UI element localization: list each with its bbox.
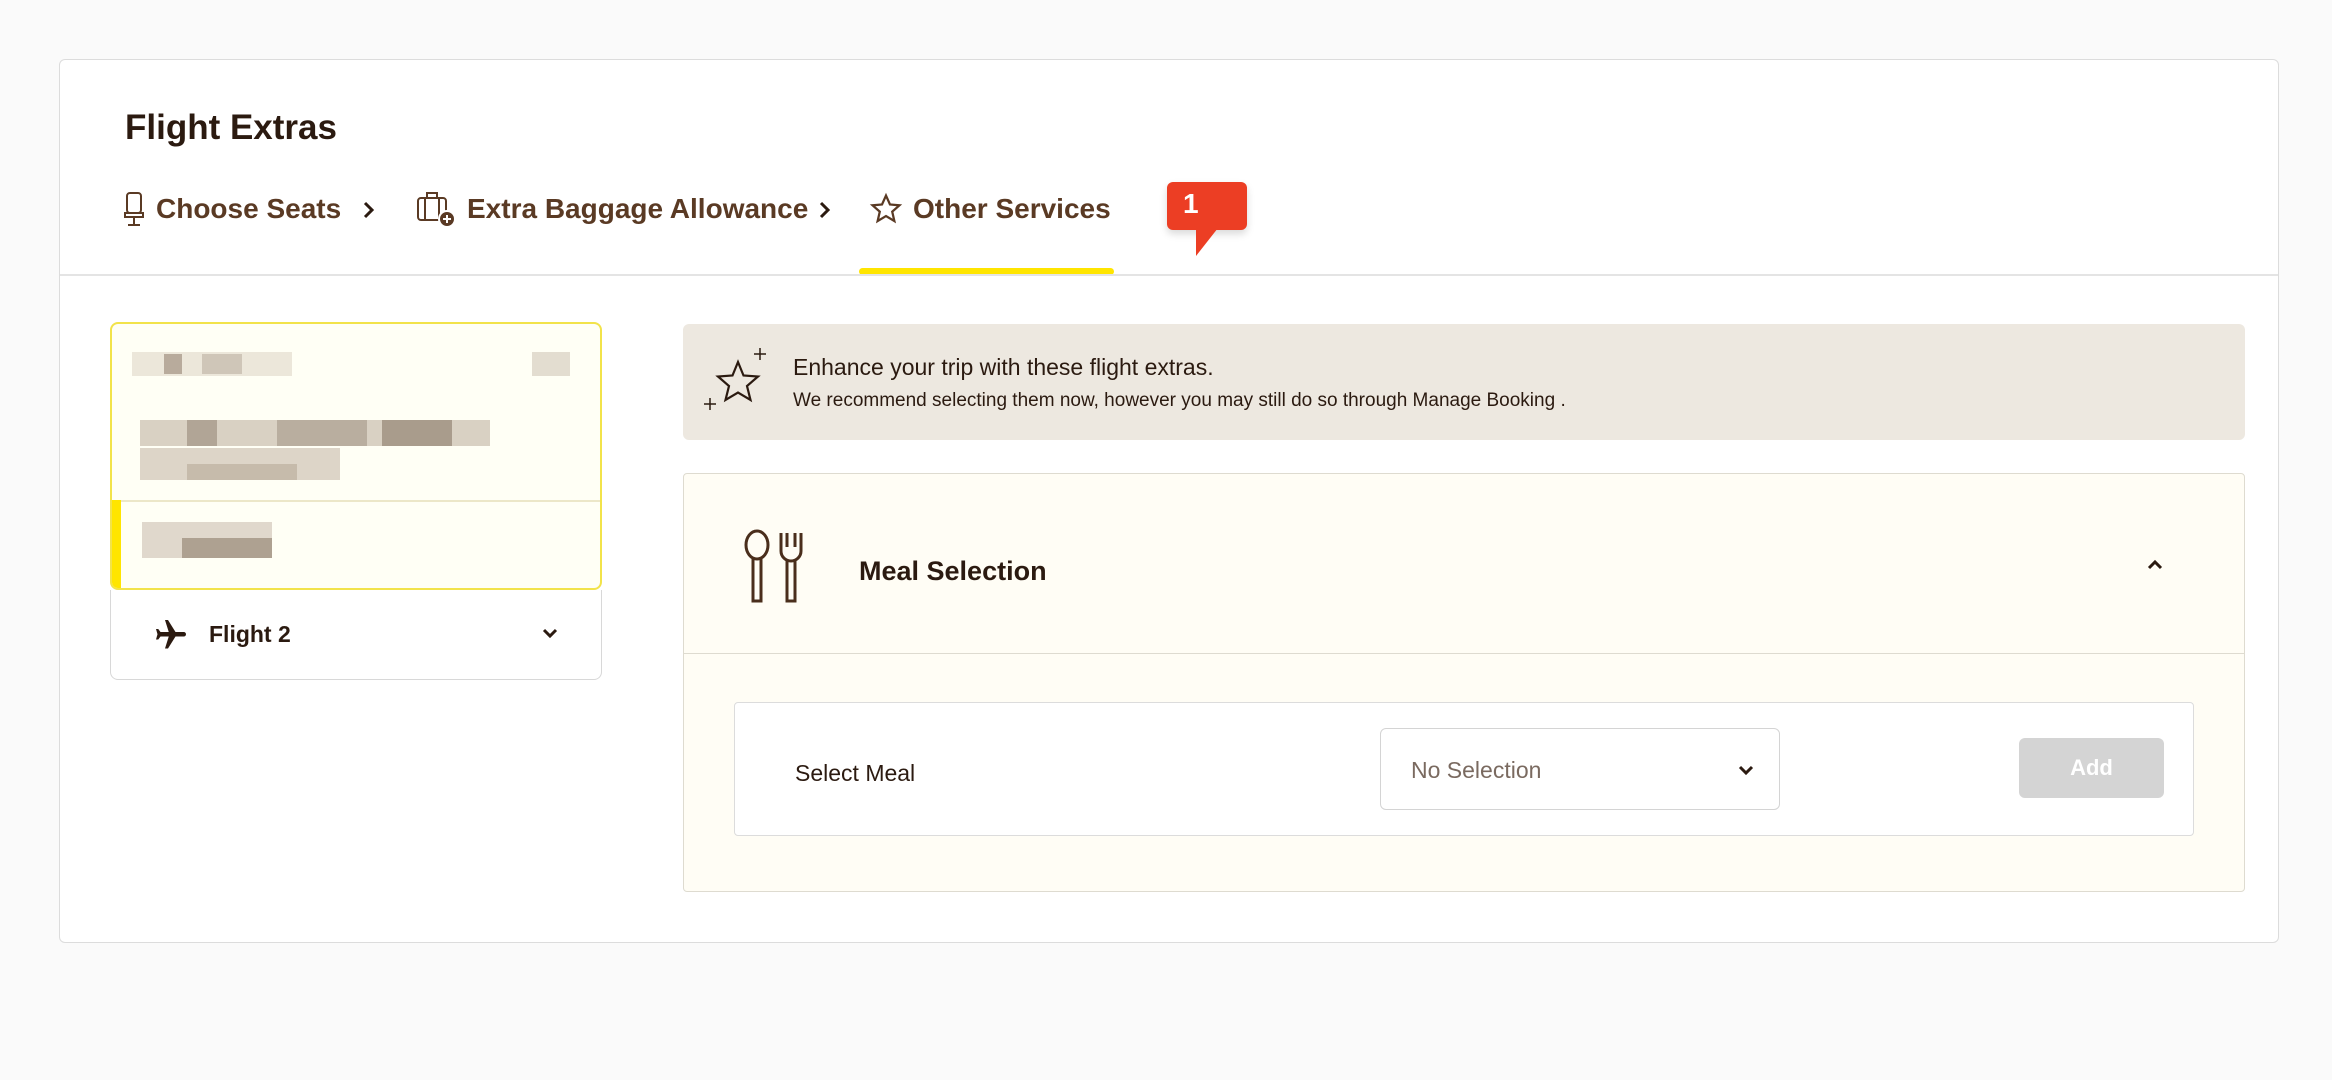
tab-label: Extra Baggage Allowance: [467, 193, 809, 224]
redacted-block: [202, 354, 242, 374]
redacted-block: [164, 354, 182, 374]
sparkle-star-icon: [698, 342, 778, 427]
selected-flight-accent: [112, 500, 121, 588]
tab-label: Choose Seats: [156, 193, 342, 224]
chevron-right-icon: [818, 196, 832, 228]
chevron-right-icon: [362, 196, 376, 228]
meal-selection-header[interactable]: Meal Selection: [684, 474, 2244, 654]
redacted-block: [532, 352, 570, 376]
chevron-down-icon[interactable]: [539, 622, 561, 649]
redacted-block: [382, 420, 452, 446]
select-meal-row: Select Meal No Selection Add: [734, 702, 2194, 836]
chevron-down-icon: [1735, 759, 1757, 786]
flight-2-item[interactable]: Flight 2: [110, 590, 602, 680]
tabs-divider: [60, 274, 2278, 276]
spoon-fork-icon: [739, 529, 811, 610]
tab-extra-baggage[interactable]: Extra Baggage Allowance: [415, 186, 808, 232]
flight-2-label: Flight 2: [209, 621, 291, 647]
banner-subtext: We recommend selecting them now, however…: [793, 390, 1566, 411]
meal-selection-title: Meal Selection: [859, 556, 1047, 586]
star-icon: [869, 192, 903, 226]
add-meal-button[interactable]: Add: [2019, 738, 2164, 798]
redacted-block: [187, 464, 297, 480]
tab-other-services[interactable]: Other Services: [869, 186, 1111, 232]
redacted-block: [182, 538, 272, 558]
redacted-block: [277, 420, 367, 446]
banner-heading: Enhance your trip with these flight extr…: [793, 354, 1214, 380]
meal-dropdown[interactable]: No Selection: [1380, 728, 1780, 810]
select-meal-label: Select Meal: [795, 760, 916, 786]
meal-dropdown-value: No Selection: [1411, 757, 1542, 783]
badge-tail: [1196, 228, 1218, 256]
page-title: Flight Extras: [125, 108, 337, 147]
tab-choose-seats[interactable]: Choose Seats: [122, 186, 341, 232]
tab-label: Other Services: [913, 193, 1111, 224]
meal-selection-panel: Meal Selection Select Meal No Selection …: [683, 473, 2245, 892]
flight-card-divider: [112, 500, 600, 502]
info-banner: Enhance your trip with these flight extr…: [683, 324, 2245, 440]
chevron-up-icon[interactable]: [2144, 554, 2166, 581]
baggage-add-icon: [415, 190, 457, 228]
airplane-icon: [153, 617, 189, 653]
flight-1-card[interactable]: [110, 322, 602, 590]
notification-badge[interactable]: 1: [1167, 182, 1247, 230]
redacted-block: [187, 420, 217, 446]
seat-icon: [122, 191, 146, 227]
